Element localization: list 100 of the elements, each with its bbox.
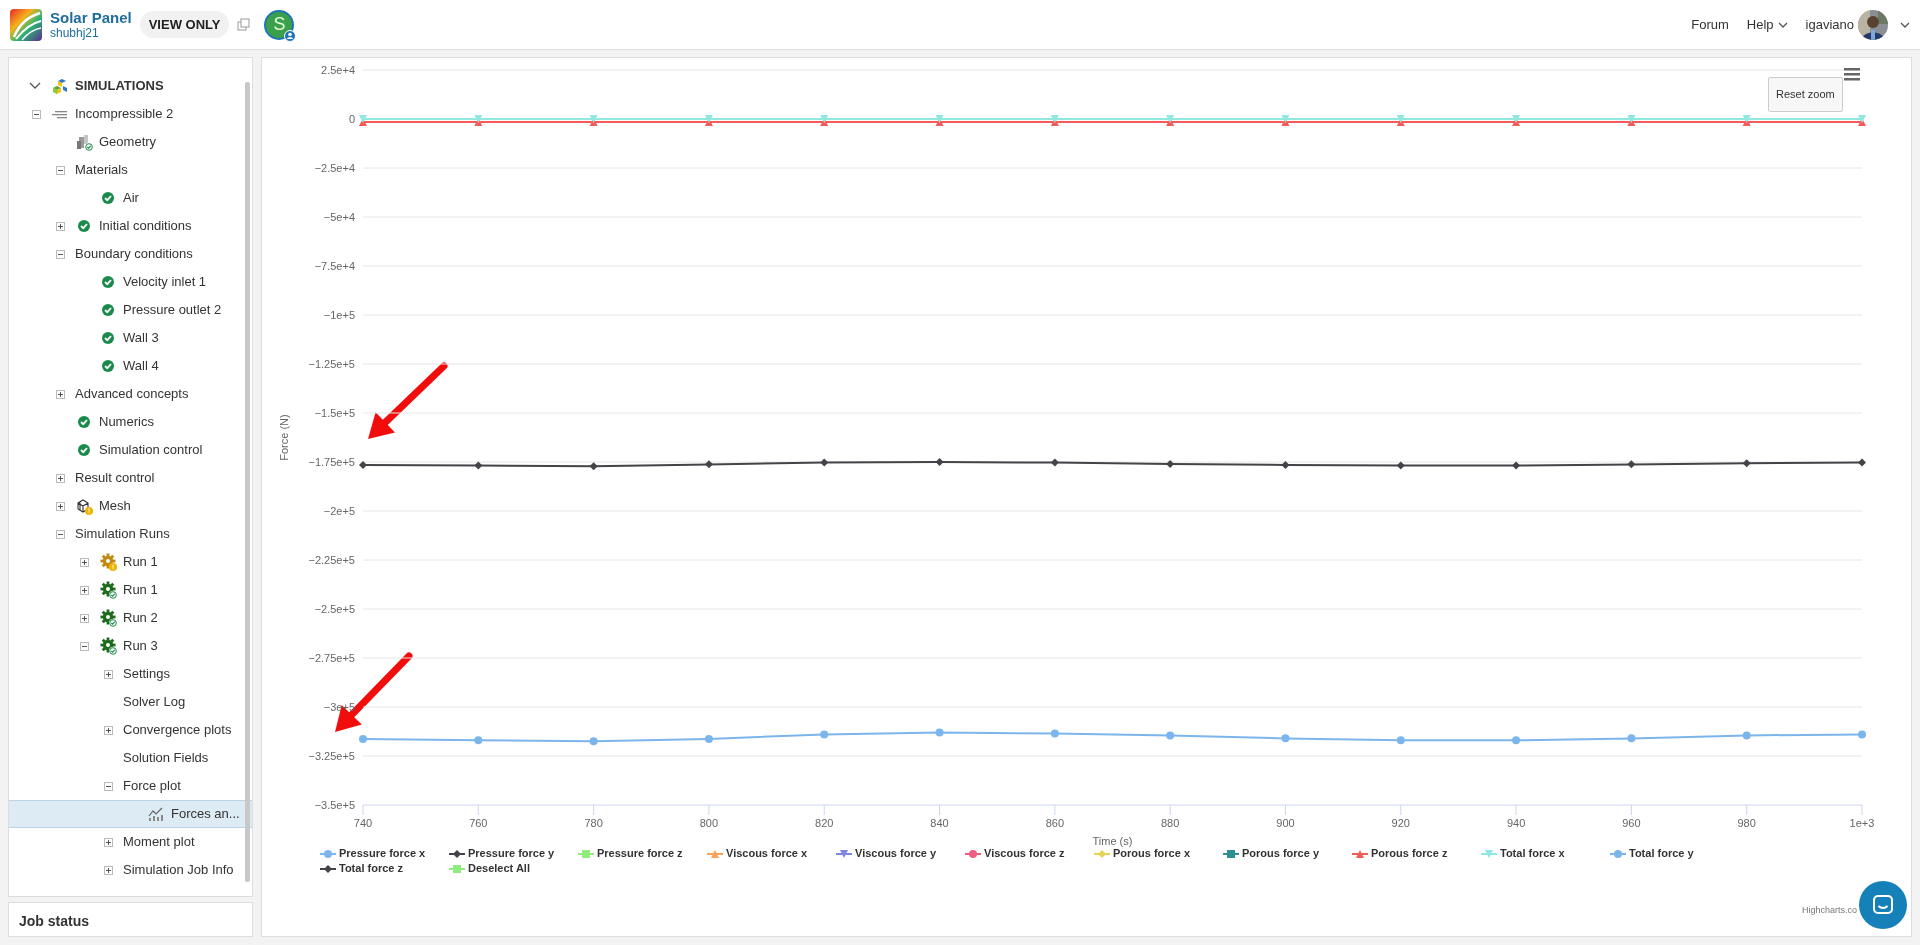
user-badge-icon	[284, 29, 297, 42]
data-point[interactable]	[1858, 458, 1866, 467]
legend-item[interactable]: Total force y	[1610, 846, 1739, 861]
expand-icon[interactable]	[55, 473, 65, 483]
tree-item[interactable]: Geometry	[9, 128, 252, 156]
tree-item[interactable]: Advanced concepts	[9, 380, 252, 408]
tree-item[interactable]: Forces an...	[9, 800, 252, 828]
expand-icon[interactable]	[55, 221, 65, 231]
data-point[interactable]	[1281, 460, 1290, 469]
legend-item[interactable]: Pressure force y	[449, 846, 578, 861]
copy-icon[interactable]	[237, 18, 251, 31]
data-point[interactable]	[1396, 461, 1405, 470]
data-point[interactable]	[474, 461, 483, 470]
menu-icon[interactable]	[1844, 68, 1860, 81]
tree-item[interactable]: Velocity inlet 1	[9, 268, 252, 296]
x-axis-label: 760	[469, 817, 488, 829]
collapse-icon[interactable]	[103, 781, 113, 791]
tree-item[interactable]: Force plot	[9, 772, 252, 800]
cubes-icon	[53, 78, 69, 94]
chart-credit[interactable]: Highcharts.co	[1801, 904, 1857, 918]
tree-item[interactable]: Boundary conditions	[9, 240, 252, 268]
legend-item[interactable]: Pressure force z	[578, 846, 707, 861]
legend-item[interactable]: Porous force y	[1223, 846, 1352, 861]
tree-item[interactable]: Mesh	[9, 492, 252, 520]
collapse-icon[interactable]	[79, 641, 89, 651]
tree-item[interactable]: Run 1	[9, 548, 252, 576]
legend-item[interactable]: Viscous force z	[965, 846, 1094, 861]
tree-item[interactable]: Materials	[9, 156, 252, 184]
data-point[interactable]	[704, 460, 713, 469]
legend-item[interactable]: Viscous force y	[836, 846, 965, 861]
data-point[interactable]	[589, 462, 598, 471]
tree-item[interactable]: Simulation control	[9, 436, 252, 464]
logo[interactable]	[10, 8, 42, 41]
owner-name[interactable]: shubhj21	[50, 26, 132, 40]
reset-zoom-button[interactable]: Reset zoom	[1768, 77, 1843, 112]
y-axis-label: −2e+5	[323, 505, 355, 517]
tree-item[interactable]: Initial conditions	[9, 212, 252, 240]
data-point[interactable]	[1627, 460, 1636, 469]
expand-icon[interactable]	[79, 613, 89, 623]
nav-link[interactable]: Help	[1746, 14, 1788, 35]
expand-icon[interactable]	[55, 389, 65, 399]
tree-item[interactable]: Run 1	[9, 576, 252, 604]
expand-icon[interactable]	[55, 501, 65, 511]
legend-item[interactable]: Pressure force x	[320, 846, 449, 861]
chat-button[interactable]	[1859, 881, 1907, 929]
legend-item[interactable]: Total force z	[320, 861, 449, 876]
tree-item[interactable]: Run 3	[9, 632, 252, 660]
x-axis-label: 900	[1276, 817, 1295, 829]
tree-item[interactable]: Result control	[9, 464, 252, 492]
x-axis-label: 800	[699, 817, 719, 829]
tree-item[interactable]: Pressure outlet 2	[9, 296, 252, 324]
legend-item[interactable]: Porous force z	[1352, 846, 1481, 861]
y-axis-label: 2.5e+4	[321, 64, 355, 76]
tree-item[interactable]: Wall 4	[9, 352, 252, 380]
x-axis-label: 860	[1045, 817, 1065, 829]
y-axis-label: −7.5e+4	[314, 260, 355, 272]
tree-item[interactable]: Solver Log	[9, 688, 252, 716]
legend-item[interactable]: Viscous force x	[707, 846, 836, 861]
tree-item[interactable]: Air	[9, 184, 252, 212]
data-point[interactable]	[1050, 458, 1059, 467]
tree-item[interactable]: Simulation Runs	[9, 520, 252, 548]
expand-icon[interactable]	[103, 837, 113, 847]
data-point[interactable]	[1166, 459, 1175, 468]
x-axis-label: 880	[1160, 817, 1180, 829]
check-circle-icon	[99, 357, 117, 375]
data-point[interactable]	[359, 460, 367, 469]
scrollbar[interactable]	[245, 82, 250, 882]
check-circle-icon	[99, 189, 117, 207]
section-header[interactable]: SIMULATIONS	[9, 72, 252, 100]
x-axis-label: 960	[1622, 817, 1641, 829]
nav-link[interactable]: Forum	[1691, 14, 1729, 35]
y-axis-label: −1.75e+5	[308, 456, 355, 468]
expand-icon[interactable]	[79, 557, 89, 567]
tree-item[interactable]: Convergence plots	[9, 716, 252, 744]
tree-item[interactable]: Run 2	[9, 604, 252, 632]
collapse-icon[interactable]	[31, 109, 41, 119]
data-point[interactable]	[1512, 461, 1521, 470]
user-name[interactable]: igaviano	[1805, 14, 1854, 35]
collapse-icon[interactable]	[55, 529, 65, 539]
tree-item[interactable]: Settings	[9, 660, 252, 688]
job-status-header[interactable]: Job status	[8, 902, 253, 937]
expand-icon[interactable]	[79, 585, 89, 595]
expand-icon[interactable]	[103, 669, 113, 679]
legend-item[interactable]: Deselect All	[449, 861, 578, 876]
tree-item[interactable]: Moment plot	[9, 828, 252, 856]
tree-item[interactable]: Incompressible 2	[9, 100, 252, 128]
collapse-icon[interactable]	[55, 165, 65, 175]
expand-icon[interactable]	[103, 865, 113, 875]
tree-item[interactable]: Wall 3	[9, 324, 252, 352]
chevron-down-icon[interactable]	[1900, 21, 1910, 28]
data-point[interactable]	[1742, 459, 1751, 468]
data-point[interactable]	[935, 458, 944, 466]
data-point[interactable]	[820, 458, 829, 467]
legend-item[interactable]: Porous force x	[1094, 846, 1223, 861]
expand-icon[interactable]	[103, 725, 113, 735]
legend-item[interactable]: Total force x	[1481, 846, 1610, 861]
tree-item[interactable]: Simulation Job Info	[9, 856, 252, 884]
tree-item[interactable]: Solution Fields	[9, 744, 252, 772]
tree-item[interactable]: Numerics	[9, 408, 252, 436]
collapse-icon[interactable]	[55, 249, 65, 259]
